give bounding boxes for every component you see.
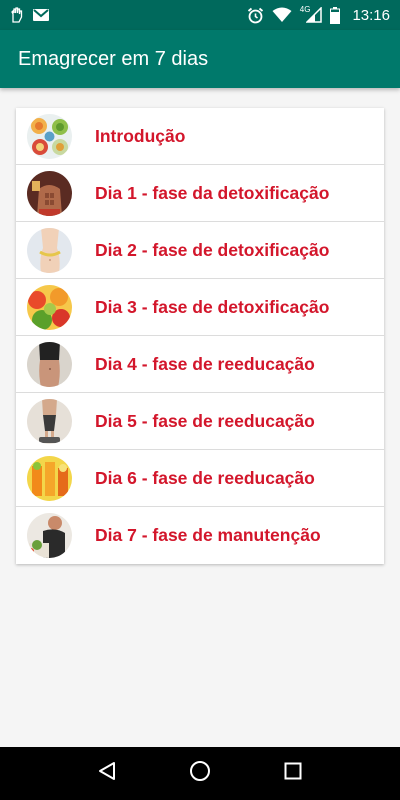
list-item-day-7[interactable]: Dia 7 - fase de manutenção: [16, 507, 384, 564]
status-left: [10, 7, 50, 23]
list-item-label: Dia 7 - fase de manutenção: [95, 525, 321, 545]
status-time: 13:16: [352, 6, 390, 24]
measuring-waist-thumbnail: [27, 227, 72, 273]
healthy-food-thumbnail: [27, 113, 72, 159]
network-type-label: 4G: [299, 4, 311, 14]
system-nav-bar: [0, 747, 400, 800]
wifi-icon: [272, 7, 292, 23]
list-item-day-4[interactable]: Dia 4 - fase de reeducação: [16, 336, 384, 393]
status-right: 4G 13:16: [247, 4, 390, 24]
status-bar: 4G 13:16: [0, 0, 400, 30]
list-item-label: Dia 4 - fase de reeducação: [95, 353, 315, 374]
muscular-torso-thumbnail: [27, 170, 72, 216]
list-item-label: Dia 5 - fase de reeducação: [95, 410, 315, 431]
fruits-vegetables-thumbnail: [27, 284, 72, 330]
app-bar: Emagrecer em 7 dias: [0, 30, 400, 88]
woman-waist-thumbnail: [27, 341, 72, 387]
list-item-label: Dia 1 - fase da detoxificação: [95, 182, 330, 203]
list-item-day-6[interactable]: Dia 6 - fase de reeducação: [16, 450, 384, 507]
back-button[interactable]: [87, 754, 127, 794]
signal-icon: 4G: [299, 4, 323, 23]
back-icon: [98, 761, 116, 786]
alarm-icon: [247, 7, 264, 24]
list-item-label: Dia 3 - fase de detoxificação: [95, 296, 330, 317]
list-item-day-2[interactable]: Dia 2 - fase de detoxificação: [16, 222, 384, 279]
days-list: Introdução Dia 1 - fase da detoxificação: [16, 108, 384, 564]
recents-icon: [284, 762, 302, 785]
list-item-introduction[interactable]: Introdução: [16, 108, 384, 165]
woman-on-scale-thumbnail: [27, 398, 72, 444]
list-item-label: Introdução: [95, 125, 186, 146]
juice-glasses-thumbnail: [27, 455, 72, 501]
man-eating-thumbnail: [27, 513, 72, 558]
app-title: Emagrecer em 7 dias: [18, 47, 209, 70]
list-item-day-1[interactable]: Dia 1 - fase da detoxificação: [16, 165, 384, 222]
battery-icon: [330, 6, 341, 24]
list-item-label: Dia 6 - fase de reeducação: [95, 467, 315, 488]
recents-button[interactable]: [273, 754, 313, 794]
gmail-icon: [32, 8, 50, 22]
screen: 4G 13:16 Emagrecer em 7 dias Introdução …: [0, 0, 400, 800]
list-item-day-3[interactable]: Dia 3 - fase de detoxificação: [16, 279, 384, 336]
list-item-day-5[interactable]: Dia 5 - fase de reeducação: [16, 393, 384, 450]
hand-notification-icon: [10, 7, 24, 23]
list-item-label: Dia 2 - fase de detoxificação: [95, 239, 330, 260]
home-icon: [189, 760, 211, 787]
home-button[interactable]: [180, 754, 220, 794]
